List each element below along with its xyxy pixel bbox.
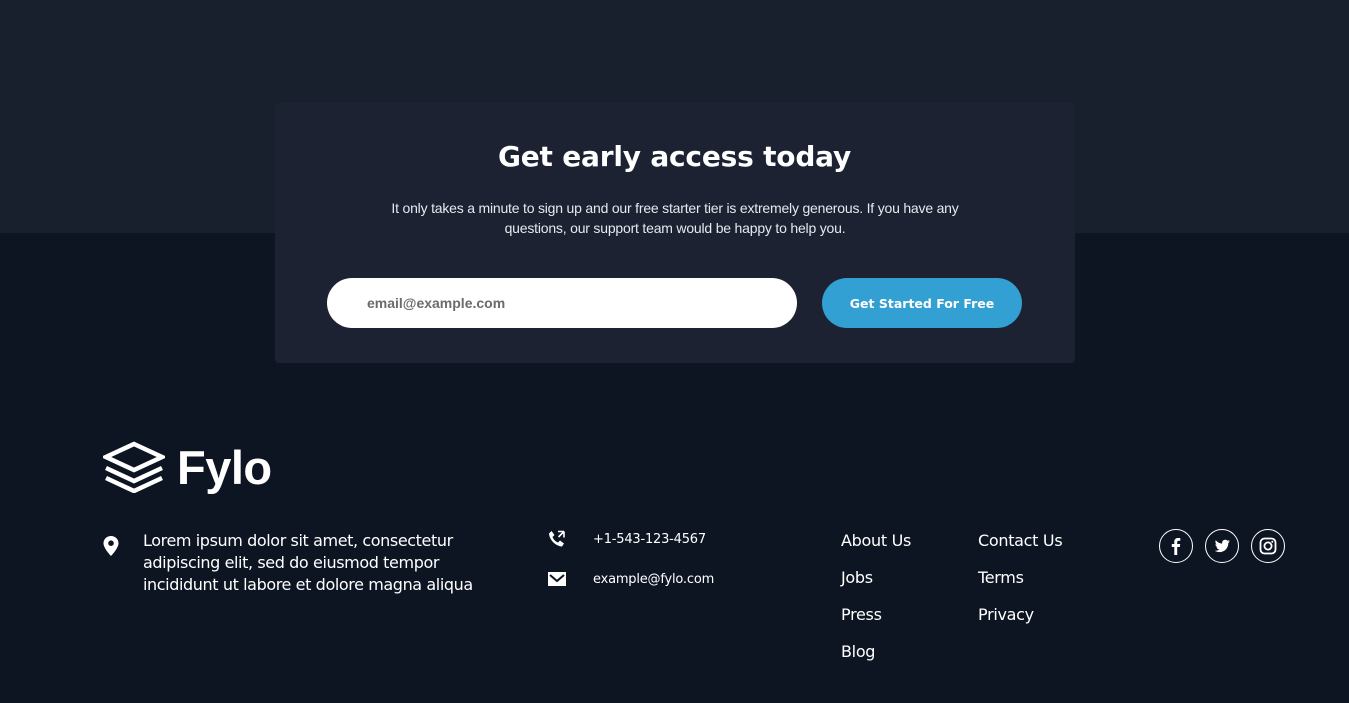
footer-address: Lorem ipsum dolor sit amet, consectetur … — [103, 530, 503, 596]
facebook-icon — [1171, 538, 1181, 555]
footer-link-press[interactable]: Press — [841, 604, 911, 626]
logo-text: Fylo — [177, 440, 272, 494]
logo-icon — [103, 441, 165, 493]
social-links — [1159, 529, 1285, 563]
phone-icon — [549, 530, 565, 547]
twitter-link[interactable] — [1205, 529, 1239, 563]
email-input[interactable] — [327, 278, 797, 328]
footer-link-terms[interactable]: Terms — [978, 567, 1062, 589]
footer-link-contact-us[interactable]: Contact Us — [978, 530, 1063, 552]
address-text: Lorem ipsum dolor sit amet, consectetur … — [143, 531, 473, 594]
twitter-icon — [1214, 539, 1230, 553]
facebook-link[interactable] — [1159, 529, 1193, 563]
instagram-icon — [1259, 537, 1277, 555]
get-started-button[interactable]: Get Started For Free — [822, 278, 1022, 328]
footer-link-blog[interactable]: Blog — [841, 641, 911, 663]
footer-link-jobs[interactable]: Jobs — [841, 567, 911, 589]
footer-link-privacy[interactable]: Privacy — [978, 604, 1062, 626]
phone-row: +1-543-123-4567 — [547, 530, 706, 548]
cta-title: Get early access today — [497, 140, 852, 173]
cta-description: It only takes a minute to sign up and ou… — [391, 200, 959, 236]
footer-link-about-us[interactable]: About Us — [841, 530, 911, 552]
email-row: example@fylo.com — [547, 570, 714, 588]
footer-links-col2: Contact Us Terms Privacy — [978, 530, 1063, 641]
location-pin-icon — [103, 536, 119, 556]
instagram-link[interactable] — [1251, 529, 1285, 563]
footer-links-col1: About Us Jobs Press Blog — [841, 530, 911, 678]
mail-icon — [548, 572, 566, 586]
email-text[interactable]: example@fylo.com — [593, 572, 714, 587]
phone-text[interactable]: +1-543-123-4567 — [593, 532, 706, 547]
logo[interactable]: Fylo — [103, 438, 272, 496]
